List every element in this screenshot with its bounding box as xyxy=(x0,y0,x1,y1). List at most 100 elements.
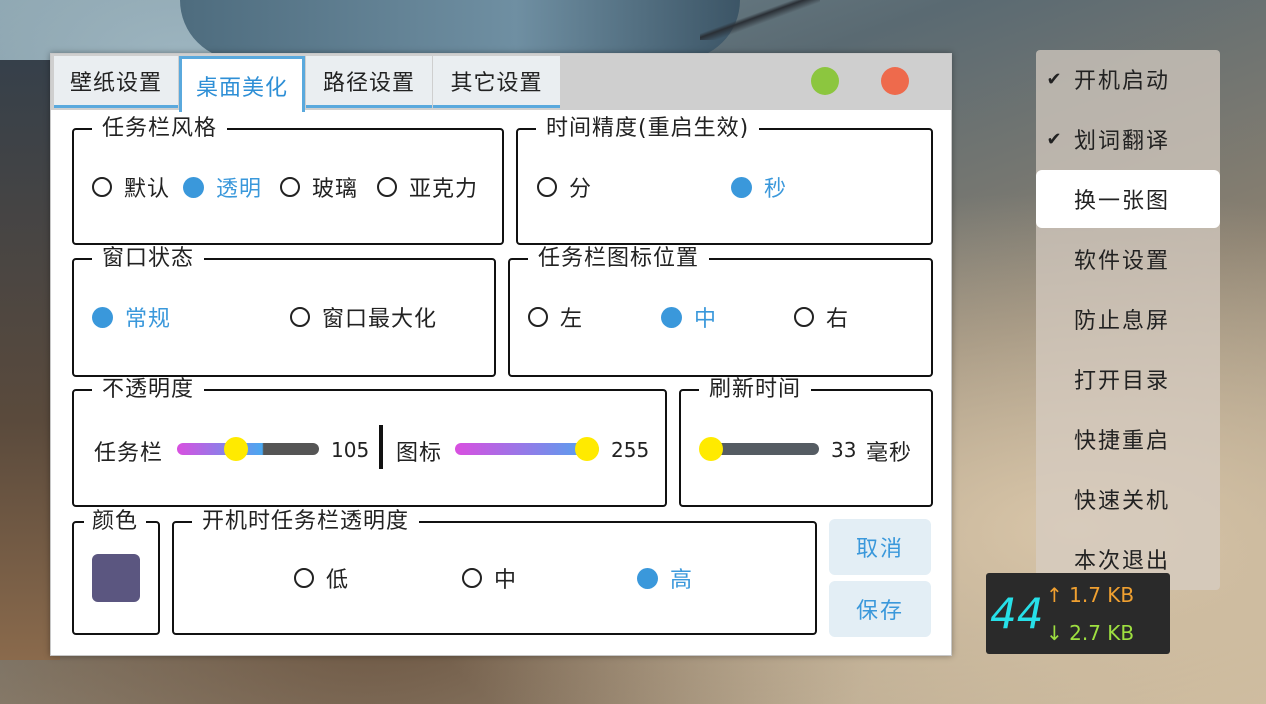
minimize-button[interactable] xyxy=(811,67,839,95)
group-title: 刷新时间 xyxy=(699,377,812,403)
download-speed: ↓ 2.7 KB xyxy=(1046,621,1135,645)
icon-position-group: 任务栏图标位置 左 中 右 xyxy=(508,246,933,377)
menu-item-quick-restart[interactable]: 快捷重启 xyxy=(1036,410,1220,468)
menu-item-label: 划词翻译 xyxy=(1074,129,1171,154)
radio-center[interactable]: 中 xyxy=(661,302,717,332)
tab-wallpaper[interactable]: 壁纸设置 xyxy=(54,56,178,108)
divider xyxy=(379,425,383,469)
radio-label: 窗口最大化 xyxy=(322,307,438,332)
radio-circle xyxy=(92,306,113,328)
save-button[interactable]: 保存 xyxy=(829,581,931,637)
radio-minute[interactable]: 分 xyxy=(537,172,592,202)
taskbar-opacity-knob[interactable] xyxy=(224,437,248,461)
radio-circle xyxy=(661,306,682,328)
network-monitor: 44 ↑ 1.7 KB ↓ 2.7 KB xyxy=(986,573,1170,654)
radio-glass[interactable]: 玻璃 xyxy=(280,172,358,202)
wallpaper-propeller xyxy=(700,0,820,40)
menu-item-autostart[interactable]: ✔ 开机启动 xyxy=(1036,50,1220,108)
fps-counter: 44 xyxy=(990,589,1044,638)
color-swatch[interactable] xyxy=(92,554,140,602)
check-icon: ✔ xyxy=(1046,128,1064,150)
radio-label: 高 xyxy=(670,568,694,593)
radio-label: 分 xyxy=(569,177,593,202)
taskbar-opacity-label: 任务栏 xyxy=(94,441,164,466)
taskbar-style-group: 任务栏风格 默认 透明 玻璃 亚克力 xyxy=(72,116,504,245)
radio-circle xyxy=(377,177,397,197)
taskbar-opacity-slider[interactable] xyxy=(177,443,319,455)
upload-speed: ↑ 1.7 KB xyxy=(1046,583,1135,607)
radio-label: 亚克力 xyxy=(409,177,479,202)
radio-right[interactable]: 右 xyxy=(794,302,849,332)
group-title: 开机时任务栏透明度 xyxy=(192,509,420,535)
menu-item-label: 快捷重启 xyxy=(1074,429,1171,454)
icon-opacity-knob[interactable] xyxy=(575,437,599,461)
check-icon: ✔ xyxy=(1046,68,1064,90)
radio-circle xyxy=(528,307,548,327)
radio-label: 中 xyxy=(494,568,518,593)
tab-path[interactable]: 路径设置 xyxy=(306,56,432,108)
menu-item-label: 快速关机 xyxy=(1074,489,1171,514)
time-precision-group: 时间精度(重启生效) 分 秒 xyxy=(516,116,933,245)
menu-item-change-wallpaper[interactable]: 换一张图 xyxy=(1036,170,1220,228)
radio-medium[interactable]: 中 xyxy=(462,563,517,593)
menu-item-settings[interactable]: 软件设置 xyxy=(1036,230,1220,288)
radio-circle xyxy=(183,176,204,198)
group-title: 颜色 xyxy=(84,509,147,535)
refresh-time-unit: 毫秒 xyxy=(866,441,913,466)
title-bar[interactable]: 壁纸设置 桌面美化 路径设置 其它设置 xyxy=(51,54,951,112)
radio-maximized[interactable]: 窗口最大化 xyxy=(290,302,437,332)
boot-opacity-group: 开机时任务栏透明度 低 中 高 xyxy=(172,509,817,635)
radio-acrylic[interactable]: 亚克力 xyxy=(377,172,478,202)
refresh-time-group: 刷新时间 33 毫秒 xyxy=(679,377,933,507)
radio-label: 中 xyxy=(694,307,718,332)
tab-desktop-beautify[interactable]: 桌面美化 xyxy=(179,56,305,112)
refresh-time-value: 33 xyxy=(831,438,857,462)
menu-item-label: 防止息屏 xyxy=(1074,309,1171,334)
cancel-button[interactable]: 取消 xyxy=(829,519,931,575)
radio-label: 玻璃 xyxy=(312,177,359,202)
radio-circle xyxy=(462,568,482,588)
refresh-time-knob[interactable] xyxy=(699,437,723,461)
refresh-time-slider[interactable] xyxy=(709,443,819,455)
opacity-group: 不透明度 任务栏 105 图标 255 xyxy=(72,377,667,507)
settings-dialog: 壁纸设置 桌面美化 路径设置 其它设置 任务栏风格 默认 透明 玻璃 亚克力 时… xyxy=(50,53,952,656)
menu-item-label: 软件设置 xyxy=(1074,249,1171,274)
taskbar-opacity-value: 105 xyxy=(331,438,370,462)
radio-second[interactable]: 秒 xyxy=(731,172,787,202)
menu-item-label: 开机启动 xyxy=(1074,69,1171,94)
radio-circle xyxy=(290,307,310,327)
context-menu: ✔ 开机启动 ✔ 划词翻译 换一张图 软件设置 防止息屏 打开目录 快捷重启 快速关… xyxy=(1036,50,1220,590)
radio-label: 透明 xyxy=(216,177,263,202)
icon-opacity-label: 图标 xyxy=(396,441,443,466)
radio-normal[interactable]: 常规 xyxy=(92,302,171,332)
tab-other[interactable]: 其它设置 xyxy=(433,56,560,108)
radio-circle xyxy=(537,177,557,197)
menu-item-translate[interactable]: ✔ 划词翻译 xyxy=(1036,110,1220,168)
icon-opacity-value: 255 xyxy=(611,438,650,462)
radio-label: 右 xyxy=(826,307,850,332)
menu-item-label: 换一张图 xyxy=(1074,189,1171,214)
window-state-group: 窗口状态 常规 窗口最大化 xyxy=(72,246,496,377)
radio-transparent[interactable]: 透明 xyxy=(183,172,262,202)
radio-default[interactable]: 默认 xyxy=(92,172,170,202)
radio-circle xyxy=(731,176,752,198)
radio-label: 常规 xyxy=(125,307,172,332)
radio-circle xyxy=(794,307,814,327)
color-group: 颜色 xyxy=(72,509,160,635)
radio-label: 低 xyxy=(326,568,350,593)
group-title: 窗口状态 xyxy=(92,246,205,272)
radio-label: 左 xyxy=(560,307,584,332)
menu-item-quick-shutdown[interactable]: 快速关机 xyxy=(1036,470,1220,528)
radio-high[interactable]: 高 xyxy=(637,563,693,593)
radio-label: 秒 xyxy=(764,177,788,202)
radio-low[interactable]: 低 xyxy=(294,563,349,593)
wallpaper-plane-fuselage xyxy=(180,0,740,60)
menu-item-prevent-sleep[interactable]: 防止息屏 xyxy=(1036,290,1220,348)
menu-item-label: 本次退出 xyxy=(1074,549,1171,574)
radio-circle xyxy=(294,568,314,588)
radio-left[interactable]: 左 xyxy=(528,302,583,332)
group-title: 不透明度 xyxy=(92,377,205,403)
group-title: 时间精度(重启生效) xyxy=(536,116,760,142)
menu-item-open-folder[interactable]: 打开目录 xyxy=(1036,350,1220,408)
close-button[interactable] xyxy=(881,67,909,95)
